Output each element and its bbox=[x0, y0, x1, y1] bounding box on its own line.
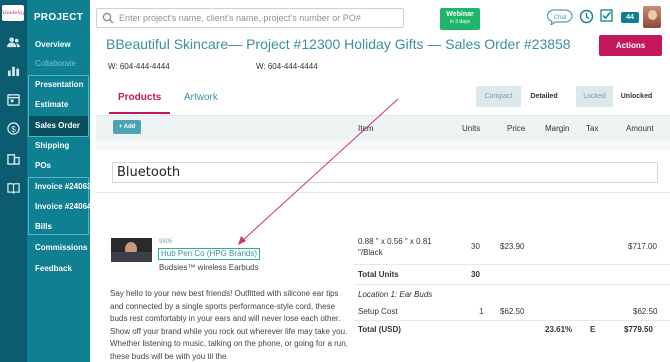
item-amount: $717.00 bbox=[628, 242, 657, 251]
search-placeholder: Enter project's name, client's name, pro… bbox=[119, 13, 361, 23]
client-link[interactable]: BBeautiful Skincare bbox=[106, 36, 228, 52]
add-item-button[interactable]: + Add bbox=[113, 120, 141, 134]
total-amount: $779.50 bbox=[624, 325, 653, 334]
decoration-location: Location 1: Ear Buds bbox=[358, 290, 433, 299]
item-price: $23.90 bbox=[500, 242, 525, 251]
section-title-value: Bluetooth bbox=[117, 165, 181, 180]
column-units: Units bbox=[462, 124, 481, 133]
book-icon[interactable] bbox=[7, 181, 20, 194]
global-search[interactable]: Enter project's name, client's name, pro… bbox=[96, 8, 404, 28]
view-compact-toggle[interactable]: Compact bbox=[476, 86, 521, 107]
calendar-icon[interactable] bbox=[7, 93, 20, 106]
supplier-link[interactable]: Hub Pen Co (HPG Brands) bbox=[158, 248, 261, 260]
nav-heading: PROJECT bbox=[33, 12, 84, 23]
contact-phone: W: 604-444-4444 bbox=[256, 62, 318, 71]
svg-text:$: $ bbox=[11, 124, 16, 134]
nav-item-shipping[interactable]: Shipping bbox=[35, 141, 90, 150]
clock-icon[interactable] bbox=[579, 9, 594, 24]
nav-item-invoice-24064[interactable]: Invoice #24064 bbox=[35, 202, 91, 211]
setup-units: 1 bbox=[479, 307, 484, 316]
tasks-check-icon[interactable] bbox=[600, 9, 613, 22]
setup-amount: $62.50 bbox=[633, 307, 658, 316]
page-title: BBeautiful Skincare— Project #12300 Holi… bbox=[106, 36, 571, 52]
webinar-subtitle: in 3 days bbox=[449, 19, 470, 25]
order-title: — Sales Order #23858 bbox=[423, 36, 571, 52]
icon-rail: Vandelay $ bbox=[0, 0, 27, 362]
row-divider bbox=[354, 264, 670, 265]
column-tax: Tax bbox=[586, 124, 599, 133]
tab-artwork[interactable]: Artwork bbox=[184, 92, 218, 103]
user-avatar[interactable] bbox=[643, 6, 661, 28]
webinar-button[interactable]: Webinar in 3 days bbox=[440, 8, 480, 30]
total-units-label: Total Units bbox=[358, 270, 399, 279]
project-nav: PROJECT Overview Collaborate Presentatio… bbox=[27, 0, 91, 362]
nav-item-collaborate[interactable]: Collaborate bbox=[35, 59, 90, 68]
top-bar: Enter project's name, client's name, pro… bbox=[90, 0, 670, 32]
search-icon bbox=[102, 12, 114, 24]
building-icon[interactable] bbox=[7, 152, 20, 165]
product-name: Budsies™ wireless Earbuds bbox=[159, 263, 259, 272]
nav-item-overview[interactable]: Overview bbox=[35, 40, 90, 49]
actions-button[interactable]: Actions bbox=[599, 35, 662, 56]
nav-item-bills[interactable]: Bills bbox=[35, 222, 90, 231]
app-root: Vandelay $ PROJECT Overview Collaborate … bbox=[0, 0, 670, 362]
notification-badge[interactable]: 44 bbox=[621, 12, 639, 23]
product-description: Say hello to your new best friends! Outf… bbox=[110, 289, 348, 361]
project-link[interactable]: — Project #12300 Holiday Gifts bbox=[228, 36, 423, 52]
nav-item-pos[interactable]: POs bbox=[35, 161, 90, 170]
total-label: Total (USD) bbox=[358, 325, 401, 334]
unlocked-toggle[interactable]: Unlocked bbox=[613, 86, 660, 107]
column-price: Price bbox=[507, 124, 526, 133]
nav-item-commissions[interactable]: Commissions bbox=[35, 243, 90, 252]
locked-toggle[interactable]: Locked bbox=[576, 86, 613, 107]
section-title-field[interactable]: Bluetooth bbox=[112, 162, 658, 183]
total-tax: E bbox=[590, 325, 596, 334]
row-divider bbox=[354, 320, 670, 321]
section-gap bbox=[96, 140, 670, 150]
product-thumbnail[interactable] bbox=[111, 238, 152, 262]
column-amount: Amount bbox=[626, 124, 654, 133]
table-header bbox=[96, 116, 670, 140]
setup-price: $62.50 bbox=[500, 307, 525, 316]
users-icon[interactable] bbox=[7, 36, 20, 49]
column-item: Item bbox=[358, 124, 374, 133]
active-tab-underline bbox=[109, 112, 170, 114]
nav-item-estimate[interactable]: Estimate bbox=[35, 100, 90, 109]
nav-item-invoice-24063[interactable]: Invoice #24063 bbox=[35, 182, 91, 191]
nav-item-presentation[interactable]: Presentation bbox=[35, 80, 90, 89]
item-size: 0.88 " x 0.56 " x 0.81 bbox=[358, 237, 432, 246]
webinar-title: Webinar bbox=[446, 11, 474, 18]
setup-cost-label: Setup Cost bbox=[358, 307, 398, 316]
dollar-icon[interactable]: $ bbox=[7, 122, 20, 135]
chat-label: Chat bbox=[554, 15, 567, 21]
tab-products[interactable]: Products bbox=[118, 92, 161, 103]
column-margin: Margin bbox=[545, 124, 570, 133]
client-phone: W: 604-444-4444 bbox=[108, 62, 170, 71]
bar-chart-icon[interactable] bbox=[7, 64, 20, 77]
nav-item-sales-order[interactable]: Sales Order bbox=[35, 121, 90, 130]
company-logo[interactable]: Vandelay bbox=[2, 5, 24, 21]
item-color: "/Black bbox=[358, 248, 383, 257]
row-divider bbox=[96, 192, 670, 193]
product-sku: 9805 bbox=[159, 239, 173, 245]
item-units: 30 bbox=[471, 242, 480, 251]
view-detailed-toggle[interactable]: Detailed bbox=[521, 86, 567, 107]
row-divider bbox=[354, 284, 670, 285]
nav-item-feedback[interactable]: Feedback bbox=[35, 264, 90, 273]
chat-icon[interactable]: Chat bbox=[545, 9, 573, 25]
total-margin: 23.61% bbox=[545, 325, 573, 334]
total-units-value: 30 bbox=[471, 270, 480, 279]
